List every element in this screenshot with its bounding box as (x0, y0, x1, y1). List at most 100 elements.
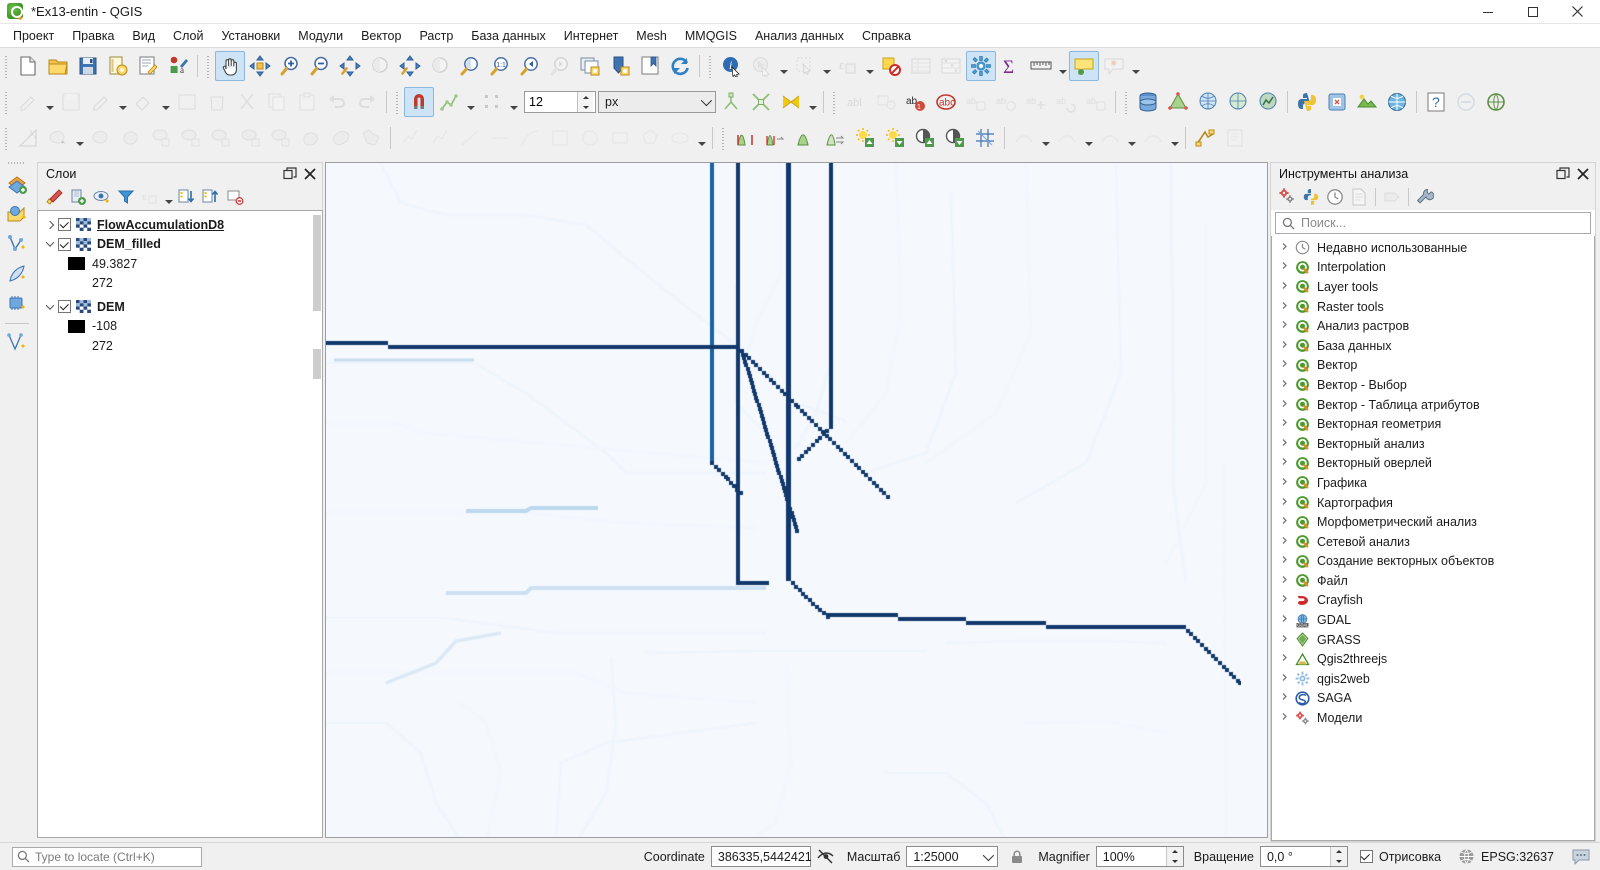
chevron-right-icon[interactable] (1280, 575, 1294, 587)
new-map-view-button[interactable] (575, 51, 605, 81)
menu-processing[interactable]: Анализ данных (746, 26, 853, 46)
feature-action-dropdown-arrow[interactable] (777, 51, 790, 81)
toolbar-grip[interactable] (831, 89, 838, 115)
statistical-summary-button[interactable] (936, 51, 966, 81)
move-feature-dropdown-arrow[interactable] (1039, 123, 1052, 153)
layers-tree-scrollbar-2[interactable] (313, 349, 321, 379)
measure-line-button[interactable] (1026, 51, 1056, 81)
globe-icon[interactable] (1455, 846, 1477, 868)
chevron-right-icon[interactable] (1280, 536, 1294, 548)
snapping-units-select[interactable]: px (598, 91, 716, 113)
clock-icon[interactable] (1323, 186, 1347, 208)
layer-visibility-checkbox[interactable] (58, 300, 71, 314)
remove-layer-icon[interactable] (223, 186, 247, 208)
tools-tree-item[interactable]: Графика (1272, 473, 1594, 493)
chevron-right-icon[interactable] (1280, 634, 1294, 646)
undock-icon[interactable] (280, 164, 300, 184)
tools-tree-item[interactable]: Картография (1272, 493, 1594, 513)
vertex-tool-dropdown-arrow[interactable] (159, 87, 172, 117)
undo-button[interactable] (322, 87, 352, 117)
offset-curve-button[interactable] (43, 123, 73, 153)
tools-tree-item[interactable]: Raster tools (1272, 297, 1594, 317)
zoom-to-native-resolution-button[interactable] (425, 51, 455, 81)
deselect-features-button[interactable] (876, 51, 906, 81)
rail-grip[interactable] (7, 160, 26, 166)
minimize-button[interactable] (1465, 0, 1510, 24)
chevron-right-icon[interactable] (1280, 477, 1294, 489)
tools-search-input[interactable] (1295, 214, 1590, 232)
chevron-right-icon[interactable] (1280, 712, 1294, 724)
shape-ellipse-button[interactable] (665, 123, 695, 153)
tools-tree-item[interactable]: Морфометрический анализ (1272, 512, 1594, 532)
menu-vector[interactable]: Вектор (352, 26, 410, 46)
rotation-stepper[interactable]: 0,0 ° (1259, 846, 1348, 867)
show-hide-labels-button[interactable]: ab (991, 87, 1021, 117)
tools-tree-item[interactable]: Векторный оверлей (1272, 454, 1594, 474)
tools-tree-item[interactable]: Crayfish (1272, 591, 1594, 611)
menu-web[interactable]: Интернет (555, 26, 628, 46)
vertex-tool-button[interactable] (129, 87, 159, 117)
layers-tree-scrollbar[interactable] (313, 215, 321, 311)
tools-tree-item[interactable]: Анализ растров (1272, 316, 1594, 336)
select-by-expression-button[interactable]: ε (833, 51, 863, 81)
merge-features-button[interactable] (356, 123, 386, 153)
coordinate-field[interactable]: 386335,5442421 (710, 846, 812, 867)
tools-search[interactable] (1275, 212, 1591, 234)
toolbar-grip[interactable] (720, 125, 727, 151)
processing-modeler-button[interactable] (1190, 123, 1220, 153)
python-icon[interactable] (1299, 186, 1323, 208)
chevron-right-icon[interactable] (1280, 320, 1294, 332)
zoom-to-selection2-button[interactable] (455, 51, 485, 81)
scale-select[interactable]: 1:25000 (906, 846, 999, 867)
tools-tree-item[interactable]: Модели (1272, 708, 1594, 728)
chevron-right-icon[interactable] (1280, 614, 1294, 626)
menu-mmqgis[interactable]: MMQGIS (676, 26, 746, 46)
help-contents-button[interactable]: ? (1421, 87, 1451, 117)
topological-editing-button[interactable] (716, 87, 746, 117)
self-snapping-dropdown-arrow[interactable] (806, 87, 819, 117)
chevron-right-icon[interactable] (1280, 594, 1294, 606)
transform-feature-button[interactable] (1138, 123, 1168, 153)
shape-dropdown-arrow[interactable] (695, 123, 708, 153)
chevron-right-icon[interactable] (1280, 692, 1294, 704)
open-attribute-table-button[interactable] (906, 51, 936, 81)
tools-tree-item[interactable]: GRASS (1272, 630, 1594, 650)
menu-settings[interactable]: Установки (212, 26, 289, 46)
move-label-button[interactable]: ab (1021, 87, 1051, 117)
map-tips-button[interactable] (1069, 51, 1099, 81)
chevron-right-icon[interactable] (1280, 261, 1294, 273)
shape-digitizing-button[interactable] (545, 123, 575, 153)
locator-bar[interactable] (12, 846, 202, 867)
layer-name[interactable]: DEM (97, 300, 125, 314)
layer-name[interactable]: FlowAccumulationD8 (97, 218, 224, 232)
layer-row-flowaccumulationd8[interactable]: FlowAccumulationD8 (38, 215, 322, 235)
cut-features-button[interactable] (232, 87, 262, 117)
tools-tree-item[interactable]: Interpolation (1272, 258, 1594, 278)
select-dropdown-arrow[interactable] (820, 51, 833, 81)
reshape-features-button[interactable] (296, 123, 326, 153)
show-grid-button[interactable] (970, 123, 1000, 153)
modify-attributes-button[interactable] (172, 87, 202, 117)
message-bubble-icon[interactable] (1570, 846, 1592, 868)
collapse-all-icon[interactable] (199, 186, 223, 208)
toolbar-grip[interactable] (707, 53, 714, 79)
tools-tree-item[interactable]: Создание векторных объектов (1272, 552, 1594, 572)
shape-regular-polygon-button[interactable] (635, 123, 665, 153)
self-snapping-button[interactable] (776, 87, 806, 117)
add-raster-source-button[interactable] (3, 200, 31, 228)
snapping-type-button[interactable] (477, 87, 507, 117)
tools-tree-item[interactable]: GDAL GDAL (1272, 610, 1594, 630)
zoom-last-button[interactable] (515, 51, 545, 81)
snapping-tolerance-arrows[interactable] (577, 92, 593, 112)
add-vector-tile-layer-button[interactable] (3, 329, 31, 357)
save-project-as-button[interactable] (103, 51, 133, 81)
chevron-right-icon[interactable] (1280, 301, 1294, 313)
chevron-down-icon[interactable] (42, 236, 58, 252)
close-icon[interactable] (1573, 164, 1593, 184)
tools-tree-item[interactable]: Векторная геометрия (1272, 414, 1594, 434)
tools-tree-item[interactable]: Layer tools (1272, 277, 1594, 297)
local-cumulative-cut-stretch-button[interactable] (820, 123, 850, 153)
flow-accumulation-raster[interactable] (326, 163, 1241, 837)
select-expression-dropdown-arrow[interactable] (863, 51, 876, 81)
edit-inplace-icon[interactable] (1380, 186, 1404, 208)
